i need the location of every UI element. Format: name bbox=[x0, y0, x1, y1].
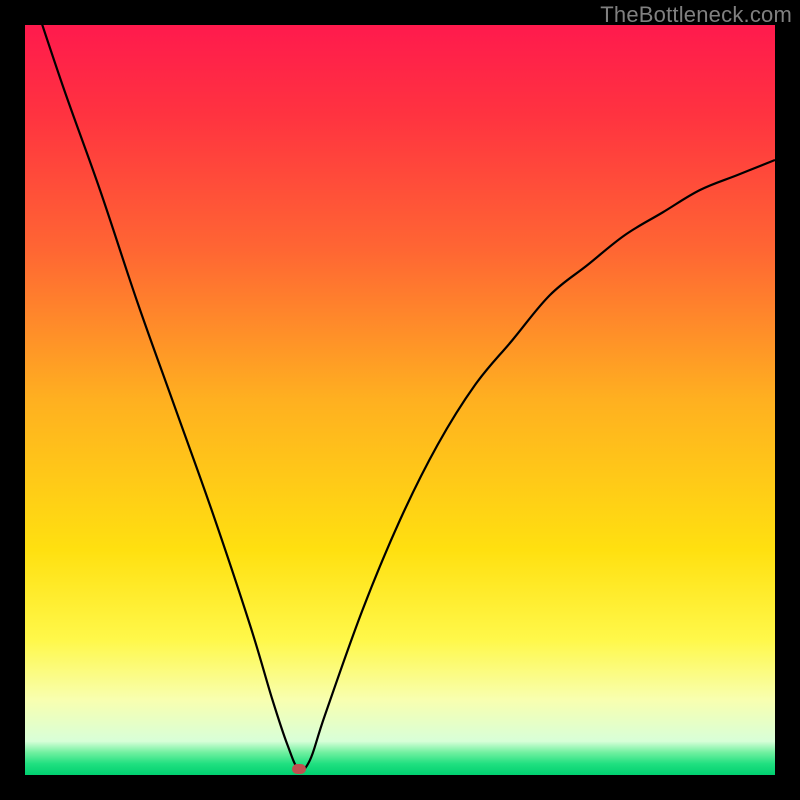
watermark-text: TheBottleneck.com bbox=[600, 2, 792, 28]
chart-frame: TheBottleneck.com bbox=[0, 0, 800, 800]
optimal-point-marker bbox=[292, 764, 306, 774]
plot-area bbox=[25, 25, 775, 775]
curve-line bbox=[25, 25, 775, 770]
bottleneck-curve bbox=[25, 25, 775, 775]
